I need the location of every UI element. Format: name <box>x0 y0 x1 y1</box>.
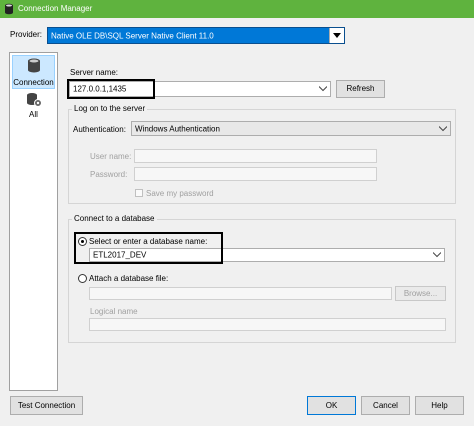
password-field[interactable] <box>134 167 377 181</box>
server-name-value: 127.0.0.1,1435 <box>73 84 127 94</box>
chevron-down-icon[interactable] <box>436 122 450 135</box>
provider-value: Native OLE DB\SQL Server Native Client 1… <box>51 31 214 40</box>
logon-group-title: Log on to the server <box>72 104 148 113</box>
logical-name-field[interactable] <box>89 318 446 331</box>
all-properties-icon <box>26 92 42 108</box>
database-icon <box>4 3 14 15</box>
sidebar-item-all[interactable]: All <box>12 91 55 121</box>
browse-button[interactable]: Browse... <box>395 286 446 301</box>
database-name-combo[interactable]: ETL2017_DEV <box>89 248 445 262</box>
connection-icon <box>27 58 41 74</box>
ok-button[interactable]: OK <box>307 396 356 415</box>
test-connection-button[interactable]: Test Connection <box>10 396 83 415</box>
sidebar-item-label: All <box>29 110 38 119</box>
sidebar: Connection All <box>9 52 58 391</box>
help-button[interactable]: Help <box>415 396 464 415</box>
refresh-button[interactable]: Refresh <box>336 80 385 98</box>
authentication-value: Windows Authentication <box>135 124 220 133</box>
select-database-radio[interactable] <box>78 237 87 246</box>
save-password-label: Save my password <box>146 189 214 198</box>
sidebar-item-label: Connection <box>13 78 54 87</box>
attach-database-radio[interactable] <box>78 274 87 283</box>
authentication-select[interactable]: Windows Authentication <box>131 121 451 136</box>
database-file-field[interactable] <box>89 287 392 300</box>
logical-name-label: Logical name <box>90 307 138 316</box>
chevron-down-icon[interactable] <box>430 249 444 261</box>
save-password-checkbox[interactable] <box>135 189 143 197</box>
cancel-button[interactable]: Cancel <box>361 396 410 415</box>
chevron-down-icon[interactable] <box>329 28 344 43</box>
attach-database-label: Attach a database file: <box>89 274 169 283</box>
select-database-label: Select or enter a database name: <box>89 237 208 246</box>
authentication-label: Authentication: <box>73 125 126 134</box>
chevron-down-icon[interactable] <box>316 82 330 96</box>
server-name-combo[interactable]: 127.0.0.1,1435 <box>69 81 331 97</box>
provider-label: Provider: <box>10 30 43 39</box>
server-name-label: Server name: <box>70 68 119 77</box>
sidebar-item-connection[interactable]: Connection <box>12 55 55 89</box>
database-group-title: Connect to a database <box>72 214 157 223</box>
title-bar: Connection Manager <box>0 0 474 18</box>
database-name-value: ETL2017_DEV <box>93 250 147 260</box>
provider-select[interactable]: Native OLE DB\SQL Server Native Client 1… <box>47 27 345 44</box>
password-label: Password: <box>90 170 128 179</box>
window-title: Connection Manager <box>18 4 93 13</box>
username-label: User name: <box>90 152 132 161</box>
username-field[interactable] <box>134 149 377 163</box>
